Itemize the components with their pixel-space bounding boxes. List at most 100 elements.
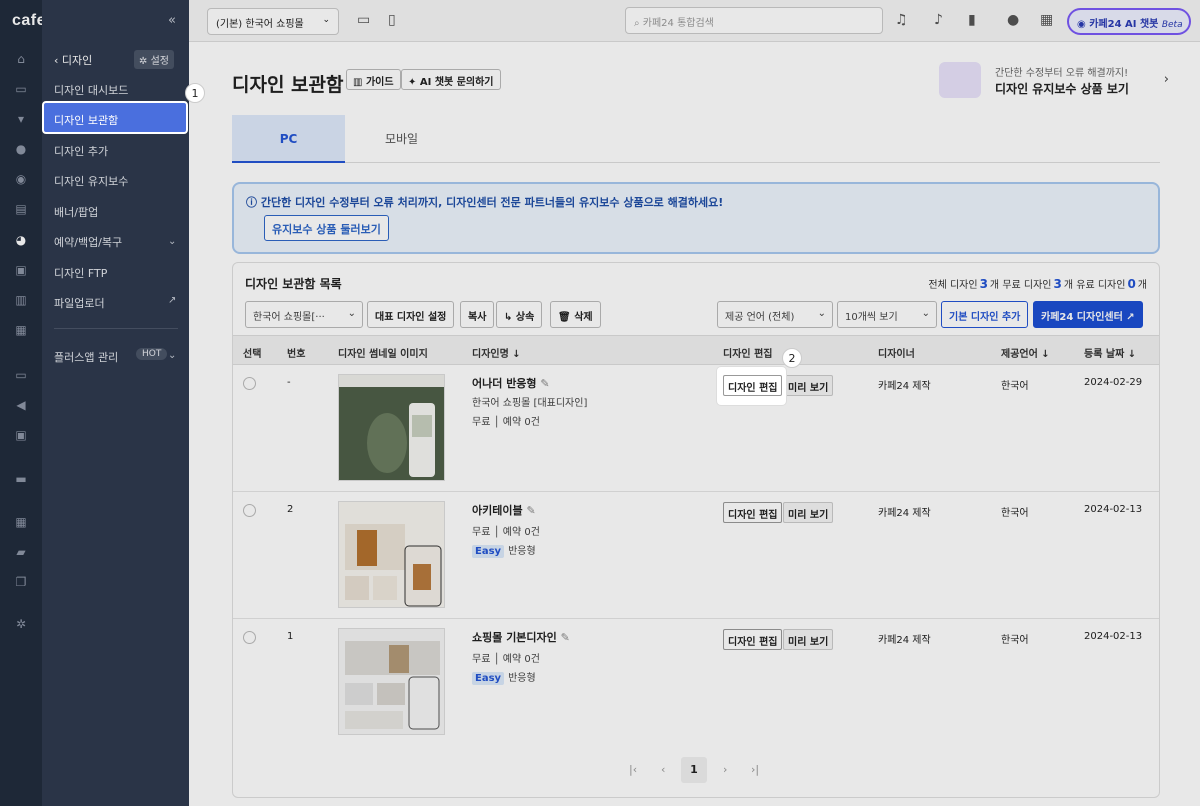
apps-icon[interactable]: ▦ <box>14 515 28 529</box>
add-basic-design-button[interactable]: 기본 디자인 추가 <box>941 301 1029 328</box>
sidebar-item-dashboard[interactable]: 디자인 대시보드 <box>54 82 128 98</box>
unit: 개 <box>1063 280 1074 291</box>
first-page-icon[interactable]: |‹ <box>629 763 637 776</box>
tab-pc[interactable]: PC <box>232 115 345 163</box>
notice-text: ⓘ 간단한 디자인 수정부터 오류 처리까지, 디자인센터 전문 파트너들의 유… <box>246 196 724 209</box>
maintenance-promo[interactable]: 간단한 수정부터 오류 해결까지! 디자인 유지보수 상품 보기 › <box>939 62 1169 102</box>
design-name[interactable]: 아키테이블 ✎ <box>472 502 536 518</box>
pencil-icon[interactable]: ✎ <box>540 377 549 390</box>
sidebar-item-plusapp[interactable]: 플러스앱 관리 <box>54 349 118 365</box>
bookmark-icon[interactable]: ▮ <box>968 12 976 28</box>
shop-add-icon[interactable]: ▣ <box>14 428 28 442</box>
row-radio[interactable] <box>243 631 256 644</box>
paid-label: 유료 디자인 <box>1076 280 1126 291</box>
chevron-right-icon: › <box>1163 72 1169 87</box>
gear-icon[interactable]: ✲ <box>14 617 28 631</box>
desktop-icon[interactable]: ▭ <box>357 12 370 28</box>
inherit-button[interactable]: ↳ 상속 <box>496 301 543 328</box>
preview-button[interactable]: 미리 보기 <box>783 375 834 396</box>
chat-icon[interactable]: ◉ <box>14 172 28 186</box>
mobile-icon[interactable]: ▯ <box>388 12 396 28</box>
headset-icon[interactable]: ♫ <box>895 12 908 28</box>
col-date[interactable]: 등록 날짜 ↓ <box>1084 345 1136 360</box>
stats-icon[interactable]: ▥ <box>14 293 28 307</box>
browse-maintenance-button[interactable]: 유지보수 상품 둘러보기 <box>264 215 389 241</box>
design-edit-button[interactable]: 디자인 편집 <box>723 375 783 396</box>
per-page-select[interactable]: 10개씩 보기 ⌄ <box>837 301 937 328</box>
design-center-button[interactable]: 카페24 디자인센터 ↗ <box>1033 301 1143 328</box>
collapse-icon[interactable]: « <box>168 13 176 28</box>
ai-chatbot-button[interactable]: ◉ 카페24 AI 챗봇 Beta <box>1067 8 1191 35</box>
delete-button[interactable]: 🗑 삭제 <box>550 301 601 328</box>
sidebar-item-banner[interactable]: 배너/팝업 <box>54 204 98 220</box>
row-radio[interactable] <box>243 504 256 517</box>
next-page-icon[interactable]: › <box>723 763 727 776</box>
prev-page-icon[interactable]: ‹ <box>661 763 665 776</box>
cart-icon[interactable]: ▭ <box>14 82 28 96</box>
truck-icon[interactable]: ▬ <box>14 472 28 486</box>
design-edit-button[interactable]: 디자인 편집 <box>723 502 783 523</box>
guide-button[interactable]: ▥ 가이드 <box>346 69 401 90</box>
sidebar-divider <box>54 328 178 329</box>
ai-ask-button[interactable]: ✦ AI 챗봇 문의하기 <box>401 69 501 90</box>
design-edit-button[interactable]: 디자인 편집 <box>723 629 783 650</box>
designer: 카페24 제작 <box>878 635 931 646</box>
shirt-icon[interactable]: ▾ <box>14 112 28 126</box>
chevron-down-icon: ⌄ <box>817 308 826 319</box>
reservation: 예약 0건 <box>502 654 540 665</box>
notice-box: ⓘ 간단한 디자인 수정부터 오류 처리까지, 디자인센터 전문 파트너들의 유… <box>232 182 1160 254</box>
board-icon[interactable]: ▤ <box>14 202 28 216</box>
col-name[interactable]: 디자인명 ↓ <box>472 345 521 360</box>
promo-icon[interactable]: ▣ <box>14 263 28 277</box>
language-filter-select[interactable]: 제공 언어 (전체) ⌄ <box>717 301 833 328</box>
design-name[interactable]: 어나더 반응형 ✎ <box>472 375 550 391</box>
megaphone-icon[interactable]: ◀ <box>14 398 28 412</box>
grid-icon[interactable]: ▦ <box>1040 12 1053 28</box>
top-bar: (기본) 한국어 쇼핑몰 ⌄ ▭ ▯ ⌕ 카페24 통합검색 ♫ ♪ ▮ ● ▦ … <box>189 0 1200 42</box>
store-icon[interactable]: ▭ <box>14 368 28 382</box>
set-representative-button[interactable]: 대표 디자인 설정 <box>367 301 455 328</box>
sidebar-item-backup[interactable]: 예약/백업/복구 <box>54 234 122 250</box>
sidebar-item-ftp[interactable]: 디자인 FTP <box>54 265 107 281</box>
home-icon[interactable]: ⌂ <box>14 52 28 66</box>
pencil-icon[interactable]: ✎ <box>526 504 535 517</box>
sidebar-item-uploader[interactable]: 파일업로더 <box>54 295 105 311</box>
paid-count: 0 <box>1127 277 1136 291</box>
palette-icon[interactable]: ◕ <box>14 233 28 247</box>
design-thumbnail[interactable] <box>338 501 445 608</box>
folder-icon[interactable]: ▰ <box>14 545 28 559</box>
sidebar-back[interactable]: ‹ 디자인 <box>54 52 92 68</box>
copy-icon[interactable]: ❐ <box>14 575 28 589</box>
settings-button[interactable]: ✲ 설정 <box>134 50 174 69</box>
sidebar-item-archive[interactable]: 디자인 보관함 <box>42 101 188 134</box>
excel-icon[interactable]: ▦ <box>14 323 28 337</box>
col-language-label: 제공언어 <box>1001 349 1038 360</box>
preview-button[interactable]: 미리 보기 <box>783 629 834 650</box>
copy-button[interactable]: 복사 <box>460 301 495 328</box>
language: 한국어 <box>1001 381 1029 392</box>
account-icon[interactable]: ● <box>1007 12 1019 28</box>
preview-button[interactable]: 미리 보기 <box>783 502 834 523</box>
row-radio[interactable] <box>243 377 256 390</box>
col-thumbnail: 디자인 썸네일 이미지 <box>338 349 428 360</box>
sidebar-item-add[interactable]: 디자인 추가 <box>54 143 108 159</box>
design-name[interactable]: 쇼핑몰 기본디자인 ✎ <box>472 629 570 645</box>
design-list: 디자인 보관함 목록 전체 디자인 3 개 무료 디자인 3 개 유료 디자인 0 개 한국… <box>232 262 1160 798</box>
page-current[interactable]: 1 <box>681 757 707 783</box>
mall-select[interactable]: (기본) 한국어 쇼핑몰 ⌄ <box>207 8 339 35</box>
mall-filter-select[interactable]: 한국어 쇼핑몰[··· ⌄ <box>245 301 363 328</box>
user-icon[interactable]: ● <box>14 142 28 156</box>
search-input[interactable]: ⌕ 카페24 통합검색 <box>625 7 883 34</box>
design-thumbnail[interactable] <box>338 374 445 481</box>
row-number: 1 <box>287 631 294 642</box>
sidebar-item-maintenance[interactable]: 디자인 유지보수 <box>54 173 128 189</box>
last-page-icon[interactable]: ›| <box>751 763 759 776</box>
bell-icon[interactable]: ♪ <box>934 12 943 28</box>
design-thumbnail[interactable] <box>338 628 445 735</box>
table-row: 2 아키테이블 ✎ 무료 │ 예약 0건 Easy 반응형 디자인 편집 미리 보… <box>233 492 1159 619</box>
design-mall-info: 한국어 쇼핑몰 [대표디자인] <box>472 398 588 409</box>
page-title: 디자인 보관함 <box>232 74 344 96</box>
pencil-icon[interactable]: ✎ <box>561 631 570 644</box>
col-language[interactable]: 제공언어 ↓ <box>1001 345 1050 360</box>
tab-mobile[interactable]: 모바일 <box>345 115 458 163</box>
